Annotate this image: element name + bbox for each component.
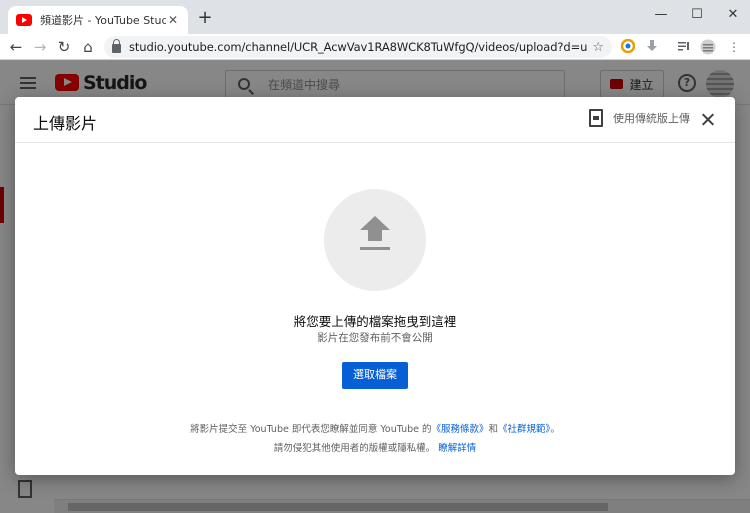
upload-dialog: 上傳影片 使用傳統版上傳 將您要上傳的檔案拖曳到這裡 影片在您發布前不會公開 選… xyxy=(15,97,735,475)
legacy-upload-label: 使用傳統版上傳 xyxy=(613,112,690,125)
terms-notice: 將影片提交至 YouTube 即代表您瞭解並同意 YouTube 的《服務條款》… xyxy=(15,421,735,435)
browser-menu-icon[interactable]: ⋮ xyxy=(726,39,742,55)
tab-title: 頻道影片 - YouTube Studio xyxy=(40,14,166,27)
select-files-button[interactable]: 選取檔案 xyxy=(342,362,408,389)
reload-button[interactable]: ↻ xyxy=(54,37,74,57)
terms-prefix: 將影片提交至 YouTube 即代表您瞭解並同意 YouTube 的 xyxy=(190,424,432,435)
home-button[interactable]: ⌂ xyxy=(78,37,98,57)
dialog-title: 上傳影片 xyxy=(33,114,98,133)
window-close-button[interactable]: ✕ xyxy=(718,5,748,25)
bookmark-star-icon[interactable]: ☆ xyxy=(592,40,604,55)
address-bar[interactable]: studio.youtube.com/channel/UCR_AcwVav1RA… xyxy=(104,36,612,58)
dialog-header: 上傳影片 使用傳統版上傳 xyxy=(15,97,735,143)
chrome-extension-icon[interactable] xyxy=(620,38,636,55)
drop-title: 將您要上傳的檔案拖曳到這裡 xyxy=(293,314,457,329)
terms-middle: 和 xyxy=(488,424,499,435)
url-text[interactable]: studio.youtube.com/channel/UCR_AcwVav1RA… xyxy=(129,40,588,54)
back-button[interactable]: ← xyxy=(6,37,26,57)
tab-close-icon[interactable]: ✕ xyxy=(166,13,180,27)
minimize-button[interactable]: — xyxy=(646,5,676,25)
browser-toolbar: ← → ↻ ⌂ studio.youtube.com/channel/UCR_A… xyxy=(0,34,750,60)
browser-titlebar: 頻道影片 - YouTube Studio ✕ + — ☐ ✕ xyxy=(0,0,750,34)
legacy-upload-icon xyxy=(589,109,603,127)
upload-arrow-base xyxy=(360,247,390,250)
download-icon[interactable] xyxy=(644,39,660,55)
terms-of-service-link[interactable]: 《服務條款》 xyxy=(432,424,489,435)
maximize-button[interactable]: ☐ xyxy=(682,5,712,25)
drop-subtitle: 影片在您發布前不會公開 xyxy=(317,332,433,344)
copyright-text: 請勿侵犯其他使用者的版權或隱私權。 xyxy=(273,443,436,454)
upload-arrow-stem xyxy=(368,230,382,241)
dialog-close-button[interactable] xyxy=(698,110,718,130)
new-tab-button[interactable]: + xyxy=(196,9,214,27)
profile-avatar-icon[interactable] xyxy=(700,39,716,55)
copyright-notice: 請勿侵犯其他使用者的版權或隱私權。 瞭解詳情 xyxy=(15,440,735,454)
forward-button[interactable]: → xyxy=(30,37,50,57)
youtube-favicon-icon xyxy=(16,14,32,26)
upload-drop-target[interactable] xyxy=(324,189,426,291)
reading-list-icon[interactable] xyxy=(676,39,692,55)
lock-icon xyxy=(112,39,121,53)
learn-more-link[interactable]: 瞭解詳情 xyxy=(438,443,476,454)
legacy-upload-link[interactable]: 使用傳統版上傳 xyxy=(589,109,690,127)
upload-arrow-icon xyxy=(360,216,390,230)
terms-suffix: 。 xyxy=(550,424,560,435)
browser-tab[interactable]: 頻道影片 - YouTube Studio ✕ xyxy=(8,6,188,34)
community-guidelines-link[interactable]: 《社群規範》 xyxy=(498,424,550,435)
